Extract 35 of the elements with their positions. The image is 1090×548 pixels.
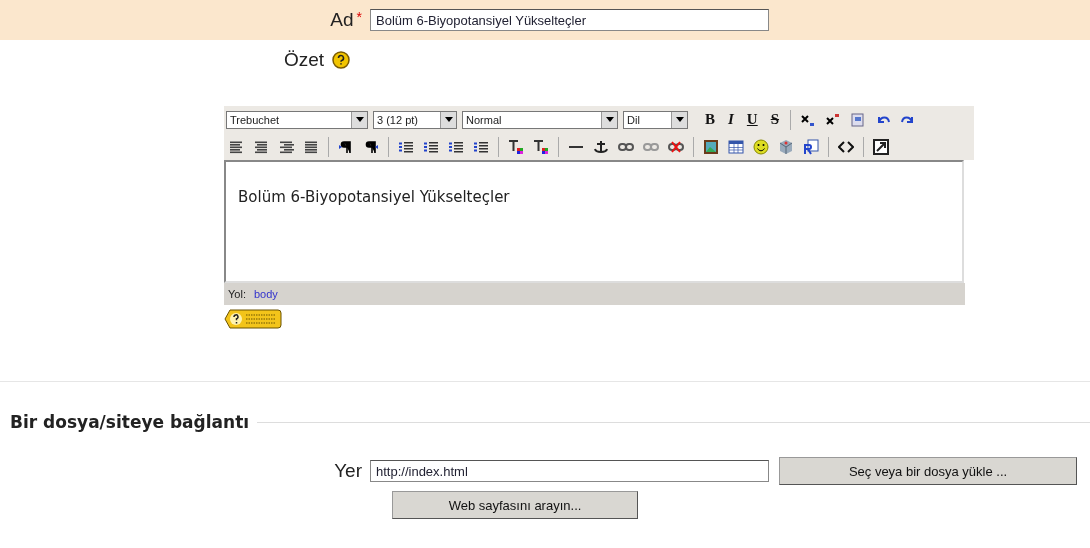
dropdown[interactable]: 3 (12 pt)	[373, 110, 457, 129]
text-color-icon[interactable]	[508, 138, 524, 155]
smiley-icon[interactable]	[753, 138, 769, 155]
format-button[interactable]: U	[742, 111, 762, 128]
dropdown[interactable]: Normal	[462, 110, 618, 129]
section-heading: Bir dosya/siteye bağlantı	[9, 412, 250, 432]
format-button[interactable]: I	[724, 111, 738, 128]
dropdown[interactable]: Dil	[623, 110, 688, 129]
required-mark: *	[356, 9, 362, 25]
table-icon[interactable]	[728, 138, 744, 155]
caret-icon	[605, 117, 614, 122]
path-label: Yol:	[228, 288, 246, 300]
dropdown[interactable]: Trebuchet	[226, 110, 368, 129]
path-link[interactable]: body	[253, 288, 278, 300]
cube-icon[interactable]	[778, 138, 794, 155]
caret-icon	[675, 117, 684, 122]
help-icon[interactable]	[332, 51, 350, 69]
caret-icon	[355, 117, 364, 122]
code-icon[interactable]	[838, 138, 854, 155]
editor-content[interactable]: Bolüm 6-Biyopotansiyel Yükselteçler	[224, 160, 964, 283]
format-button[interactable]: S	[766, 111, 784, 128]
search-web-button[interactable]: Web sayfasını arayın...	[392, 491, 638, 519]
image-icon[interactable]	[703, 138, 719, 155]
field-label: Yer	[334, 460, 362, 482]
background-color-icon[interactable]	[533, 138, 549, 155]
help-badge-icon[interactable]	[224, 309, 282, 329]
location-input[interactable]: http://index.html	[370, 460, 769, 482]
field-label: Ad	[330, 9, 354, 31]
choose-file-button[interactable]: Seç veya bir dosya yükle ...	[779, 457, 1077, 485]
name-input[interactable]: Bolüm 6-Biyopotansiyel Yükselteçler	[370, 9, 769, 31]
format-button[interactable]: B	[701, 111, 719, 128]
fullscreen-icon[interactable]	[873, 138, 889, 155]
caret-icon	[444, 117, 453, 122]
anchor-icon[interactable]	[593, 138, 609, 155]
field-label: Özet	[283, 49, 324, 71]
